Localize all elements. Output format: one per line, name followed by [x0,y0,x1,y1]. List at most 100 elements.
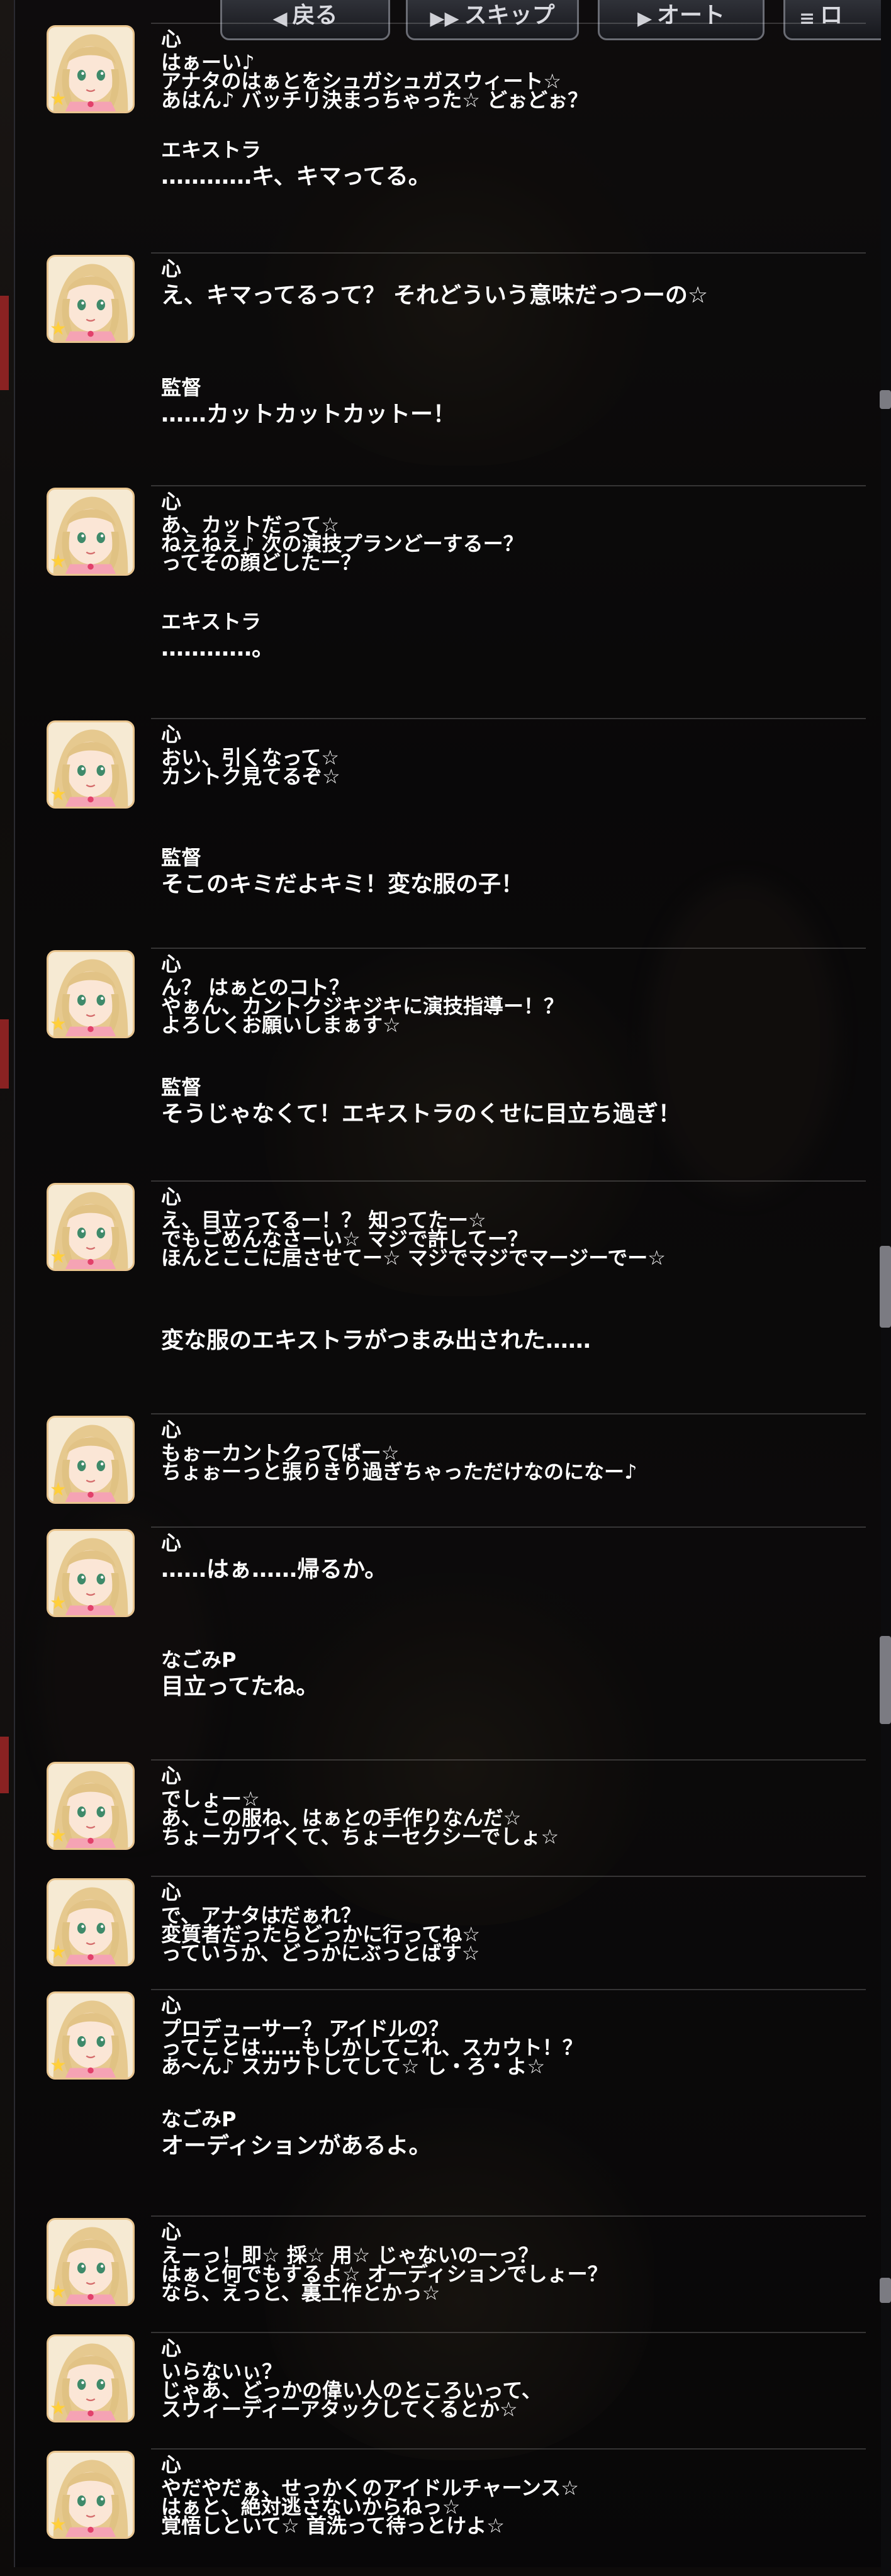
entry-divider [151,1526,866,1528]
dialogue-line: そこのキミだよキミ！変な服の子！ [161,871,524,897]
auto-button[interactable]: ▶ オート [598,0,765,40]
speaker-avatar[interactable]: ★ [47,255,135,343]
speaker-name: なごみP [161,1648,237,1672]
backlog-panel[interactable] [14,0,885,2567]
speaker-avatar[interactable]: ★ [47,1183,135,1271]
speaker-name: エキストラ [161,610,262,634]
entry-divider [151,252,866,254]
skip-button[interactable]: ▶▶ スキップ [406,0,579,40]
dialogue-text: あ、カットだって☆ ねえねえ♪ 次の演技プランどーするー？ ってその顔どしたー？ [161,515,524,574]
dialogue-text: もぉーカントクってばー☆ ちょぉーっと張りきり過ぎちゃっただけなのになー♪ [161,1443,637,1484]
background-red-sign [0,296,9,390]
dialogue-line: え、キマってるって？ それどういう意味だっつーの☆ [161,283,709,308]
speaker-avatar[interactable]: ★ [47,1878,135,1966]
entry-divider [151,23,866,24]
dialogue-text: そこのキミだよキミ！変な服の子！ [161,871,524,898]
dialogue-text: 変な服のエキストラがつまみ出された…… [161,1328,591,1354]
dialogue-line: ってその顔どしたー？ [161,551,361,574]
speaker-name: なごみP [161,2107,237,2131]
entry-divider [151,718,866,719]
scrollbar-thumb[interactable] [880,1246,891,1328]
dialogue-line: 目立ってたね。 [161,1674,319,1700]
speaker-name: 心 [161,257,182,281]
dialogue-line: …………キ、キマってる。 [161,164,431,189]
speaker-name: 心 [161,1880,182,1904]
dialogue-text: …………。 [161,636,274,662]
back-icon: ◀ [272,8,288,30]
dialogue-line: …………。 [161,636,275,661]
dialogue-text: で、アナタはだぁれ？ 変質者だったらどっかに行ってね☆ っていうか、どっかにぶっとば… [161,1905,480,1965]
dialogue-line: オーディションがあるよ。 [161,2133,432,2159]
entry-divider [151,948,866,949]
star-icon: ★ [50,783,67,805]
speaker-avatar[interactable]: ★ [47,2451,135,2539]
dialogue-text: いらないぃ？ じゃあ、どっかの偉い人のところいって、 スウィーディーアタックしてくる… [161,2361,542,2421]
entry-divider [151,1413,866,1414]
speaker-name: 心 [161,27,182,51]
speaker-avatar[interactable]: ★ [47,25,135,113]
speaker-name: 心 [161,1418,182,1442]
speaker-name: 心 [161,2220,182,2244]
dialogue-text: えーっ！即☆ 採☆ 用☆ じゃないのーっ？ はぁと何でもするよ☆ オーディションで… [161,2245,608,2305]
speaker-avatar[interactable]: ★ [47,720,135,809]
dialogue-text: …………キ、キマってる。 [161,164,431,190]
menu-button[interactable]: ≡ ロ [783,0,891,40]
entry-divider [151,1989,866,1990]
speaker-avatar[interactable]: ★ [47,1529,135,1617]
dialogue-line: あ～ん♪ スカウトしてして☆ し・ろ・よ☆ [161,2054,546,2078]
speaker-name: 心 [161,1993,182,2017]
scrollbar-tick [880,1636,891,1724]
speaker-avatar[interactable]: ★ [47,488,135,576]
scrollbar-tick [880,2278,891,2303]
menu-icon: ≡ [799,8,815,30]
dialogue-line: あはん♪ バッチリ決まっちゃった☆ どぉどぉ？ [161,88,588,112]
speaker-avatar[interactable]: ★ [47,1416,135,1504]
entry-divider [151,1759,866,1761]
star-icon: ★ [50,1479,67,1501]
speaker-name: 監督 [161,1075,202,1099]
star-icon: ★ [50,1246,67,1268]
back-button[interactable]: ◀ 戻る [220,0,390,40]
dialogue-text: オーディションがあるよ。 [161,2133,431,2159]
scrollbar-tick [880,390,891,409]
dialogue-line: なら、えっと、裏工作とかっ☆ [161,2281,440,2305]
speaker-avatar[interactable]: ★ [47,2218,135,2306]
entry-divider [151,1180,866,1182]
star-icon: ★ [50,318,67,340]
dialogue-line: よろしくお願いしまぁす☆ [161,1013,401,1037]
speaker-avatar[interactable]: ★ [47,1762,135,1850]
menu-button-label: ロ [820,3,843,28]
dialogue-line: ……カットカットカットー！ [161,401,456,427]
entry-divider [151,2215,866,2217]
dialogue-line: そうじゃなくて！エキストラのくせに目立ち過ぎ！ [161,1101,681,1127]
skip-icon: ▶▶ [430,8,459,30]
speaker-name: 心 [161,490,182,513]
speaker-avatar[interactable]: ★ [47,2334,135,2422]
dialogue-line: っていうか、どっかにぶっとばす☆ [161,1941,480,1965]
speaker-name: 心 [161,952,182,976]
speaker-avatar[interactable]: ★ [47,1991,135,2080]
speaker-name: 心 [161,2336,182,2360]
star-icon: ★ [50,1013,67,1035]
star-icon: ★ [50,1825,67,1847]
dialogue-text: ん？ はぁとのコト？ やぁん、カントクジキジキに演技指導ー！？ よろしくお願いしまぁ… [161,977,564,1037]
dialogue-line: スウィーディーアタックしてくるとか☆ [161,2397,518,2421]
dialogue-line: ちょーカワイくて、ちょーセクシーでしょ☆ [161,1825,559,1849]
back-button-label: 戻る [292,3,338,28]
dialogue-line: ちょぉーっと張りきり過ぎちゃっただけなのになー♪ [161,1460,637,1484]
star-icon: ★ [50,2397,67,2419]
entry-divider [151,2448,866,2450]
dialogue-line: 変な服のエキストラがつまみ出された…… [161,1328,591,1353]
background-red-sign [0,1019,9,1089]
dialogue-line: ……はぁ……帰るか。 [161,1557,388,1582]
speaker-avatar[interactable]: ★ [47,950,135,1038]
dialogue-text: やだやだぁ、せっかくのアイドルチャーンス☆ はぁと、絶対逃さないからねっ☆ 覚悟しと… [161,2478,579,2536]
speaker-name: 心 [161,1531,182,1555]
entry-divider [151,485,866,486]
star-icon: ★ [50,2514,67,2536]
background-red-sign [0,1737,9,1793]
dialogue-text: ……カットカットカットー！ [161,401,456,428]
star-icon: ★ [50,88,67,110]
speaker-name: 監督 [161,376,202,400]
dialogue-text: そうじゃなくて！エキストラのくせに目立ち過ぎ！ [161,1101,681,1128]
